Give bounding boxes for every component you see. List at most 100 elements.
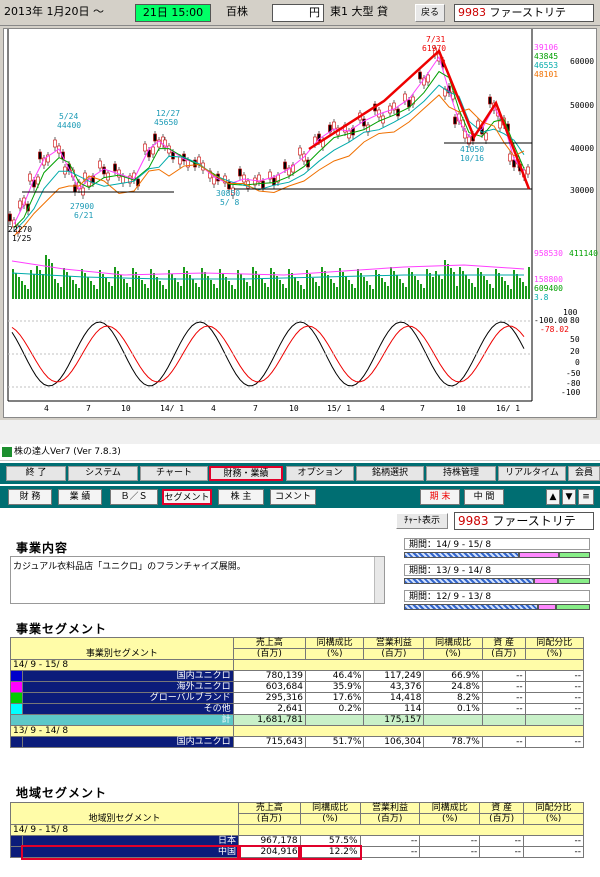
volume-bar — [54, 279, 56, 299]
osc-tick-50: 50 — [570, 335, 580, 344]
table-row[interactable]: 中国 204,916 12.2% -- -- -- -- — [10, 844, 584, 860]
volume-bar — [192, 279, 194, 299]
volume-bar — [483, 276, 485, 299]
table-row[interactable]: 海外ユニクロ 603,684 35.9% 43,376 24.8% -- -- — [10, 681, 585, 693]
stock-field-2[interactable]: 9983 ファーストリテ — [454, 512, 594, 530]
vol-value-3: 3.8 — [534, 293, 549, 302]
tab-shareholders[interactable]: 株 主 — [218, 489, 264, 505]
candle-body — [508, 153, 512, 162]
chart-display-button[interactable]: ﾁｬｰﾄ表示 — [396, 513, 448, 529]
col-sales-ratio: 同構成比 — [299, 802, 361, 814]
time-field[interactable]: 21日 15:00 — [135, 4, 211, 22]
period-mid-button[interactable]: 中 間 — [464, 489, 504, 505]
volume-bar — [174, 278, 176, 299]
period-end-button[interactable]: 期 末 — [420, 489, 460, 505]
volume-bar — [240, 274, 242, 299]
menu-realtime[interactable]: リアルタイム — [498, 466, 566, 481]
x-tick: 7 — [253, 404, 258, 413]
tab-finance[interactable]: 財 務 — [8, 489, 52, 505]
volume-bar — [210, 280, 212, 299]
cell: 57.5% — [299, 835, 361, 847]
volume-bar — [261, 279, 263, 299]
table-row[interactable]: その他 2,641 0.2% 114 0.1% -- -- — [10, 703, 585, 715]
menu-system[interactable]: システム — [68, 466, 138, 481]
tab-results[interactable]: 業 績 — [58, 489, 102, 505]
volume-bar — [225, 277, 227, 299]
volume-bar — [348, 280, 350, 299]
volume-bar — [180, 286, 182, 299]
window-title: 株の達人Ver7 (Ver 7.8.3) — [0, 444, 600, 461]
scroll-up-icon[interactable]: ▲ — [546, 489, 560, 505]
stock-name-2: ファーストリテ — [492, 514, 576, 528]
volume-bar — [90, 281, 92, 299]
volume-bar — [360, 273, 362, 299]
cell: -- — [524, 736, 585, 748]
separator — [0, 420, 600, 444]
volume-bar — [165, 289, 167, 299]
table-row[interactable]: 日本 967,178 57.5% -- -- -- -- — [10, 835, 584, 847]
volume-bar — [276, 276, 278, 299]
tab-segment[interactable]: セグメント — [162, 489, 212, 505]
period-bar-1-c — [559, 552, 590, 558]
volume-bar — [45, 255, 47, 299]
volume-bar — [378, 274, 380, 299]
date-range-label: 2013年 1月20日 ～ — [4, 5, 104, 18]
volume-bar — [264, 283, 266, 299]
seg-name: その他 — [22, 703, 234, 715]
volume-bar — [126, 283, 128, 299]
col-sales: 売上高 — [238, 802, 301, 814]
menu-stock-select[interactable]: 銘柄選択 — [356, 466, 424, 481]
menu-chart[interactable]: チャート — [140, 466, 208, 481]
total-row[interactable]: 計 1,681,781 175,157 — [10, 714, 585, 726]
business-heading: 事業内容 — [16, 541, 69, 555]
volume-bar — [333, 283, 335, 299]
stock-field[interactable]: 9983 ファーストリテ — [454, 4, 594, 22]
volume-bar — [114, 267, 116, 299]
table-row[interactable]: グローバルブランド 295,316 17.6% 14,418 8.2% -- -… — [10, 692, 585, 704]
period-row: 14/ 9 - 15/ 8 — [10, 659, 234, 671]
cell: 967,178 — [238, 835, 301, 847]
candle-body — [143, 143, 147, 152]
volume-bar — [372, 289, 374, 299]
table-row[interactable]: 国内ユニクロ 715,643 51.7% 106,304 78.7% -- -- — [10, 736, 585, 748]
list-icon[interactable]: ≡ — [578, 489, 594, 505]
volume-bar — [354, 288, 356, 299]
currency-select[interactable]: 円 — [272, 4, 324, 22]
table-row[interactable]: 国内ユニクロ 780,139 46.4% 117,249 66.9% -- -- — [10, 670, 585, 682]
volume-bar — [498, 273, 500, 299]
menu-finance[interactable]: 財務・業績 — [209, 466, 283, 481]
volume-bar — [297, 281, 299, 299]
cell: 0.2% — [304, 703, 365, 715]
menu-exit[interactable]: 終 了 — [6, 466, 66, 481]
back-button[interactable]: 戻る — [415, 4, 445, 22]
tab-comment[interactable]: コメント — [270, 489, 316, 505]
volume-bar — [453, 272, 455, 299]
volume-bar — [402, 283, 404, 299]
volume-bar — [186, 271, 188, 299]
business-textbox[interactable]: カジュアル衣料品店「ユニクロ」のフランチャイズ展開。 — [10, 556, 385, 604]
cell: 114 — [363, 703, 425, 715]
unit-label: 百株 — [226, 5, 248, 18]
vol-max-value: 958530 — [534, 249, 563, 258]
menu-holdings[interactable]: 持株管理 — [426, 466, 496, 481]
tab-bs[interactable]: Ｂ／Ｓ — [110, 489, 158, 505]
menu-member[interactable]: 会員 — [568, 466, 600, 481]
candle-body — [272, 177, 276, 186]
cell: 17.6% — [304, 692, 365, 704]
cell: -- — [481, 736, 526, 748]
cell: -- — [359, 835, 421, 847]
osc-tick-20: 20 — [570, 347, 580, 356]
volume-bar — [279, 280, 281, 299]
scroll-down-icon[interactable]: ▼ — [562, 489, 576, 505]
volume-bar — [300, 285, 302, 299]
business-scrollbar[interactable] — [374, 557, 384, 603]
volume-bar — [42, 274, 44, 299]
menu-option[interactable]: オプション — [286, 466, 354, 481]
candle-body — [178, 156, 182, 165]
stock-chart[interactable] — [4, 29, 598, 419]
cell: -- — [524, 692, 585, 704]
cell: 2,641 — [232, 703, 307, 715]
cell: 780,139 — [232, 670, 307, 682]
volume-bar — [51, 263, 53, 299]
y-tick-40000: 40000 — [570, 144, 595, 153]
